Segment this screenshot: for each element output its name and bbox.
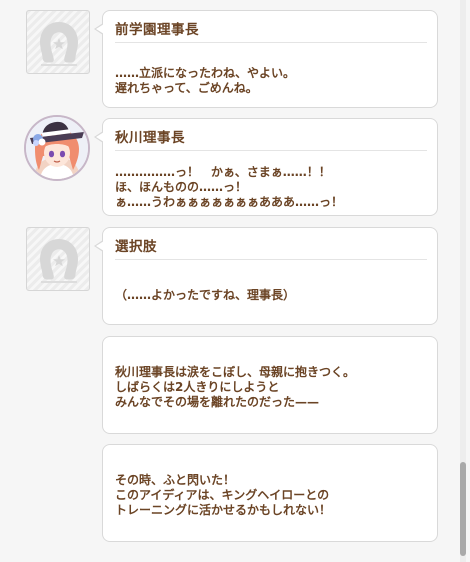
dialogue-line: （……よかったですね、理事長）	[115, 288, 296, 302]
speaker-name: 選択肢	[115, 239, 157, 255]
dialogue-card: 前学園理事長 ……立派になったわね、やよい。 遅れちゃって、ごめんね。	[94, 10, 438, 108]
narration-line: このアイディアは、キングヘイローとの	[115, 488, 330, 502]
narration-line: トレーニングに活かせるかもしれない！	[115, 503, 332, 517]
speaker-name: 前学園理事長	[115, 22, 199, 38]
narration-line: その時、ふと閃いた！	[115, 473, 236, 487]
dialogue-text: ……………っ！ かぁ、さまぁ……！！ ほ、ほんものの……っ！ ぁ……うわぁぁぁぁ…	[115, 165, 429, 210]
narration-line: 秋川理事長は涙をこぼし、母親に抱きつく。	[115, 365, 356, 379]
scrollbar-thumb[interactable]	[460, 462, 466, 556]
narration-line: しばらくは2人きりにしようと	[115, 380, 280, 394]
dialogue-line: ぁ……うわぁぁぁぁぁぁぁあああ……っ！	[115, 195, 344, 209]
dialogue-card: 秋川理事長 ……………っ！ かぁ、さまぁ……！！ ほ、ほんものの……っ！ ぁ………	[94, 118, 438, 216]
speaker-name: 秋川理事長	[115, 130, 185, 146]
scrollbar-track[interactable]	[460, 0, 466, 562]
dialogue-line: ほ、ほんものの……っ！	[115, 180, 248, 194]
narration-card: その時、ふと閃いた！ このアイディアは、キングヘイローとの トレーニングに活かせ…	[102, 444, 438, 542]
card-divider	[115, 150, 427, 151]
dialogue-line: ……立派になったわね、やよい。	[115, 66, 296, 80]
narration-text: その時、ふと閃いた！ このアイディアは、キングヘイローとの トレーニングに活かせ…	[115, 473, 429, 518]
horseshoe-silhouette-icon	[40, 239, 78, 283]
character-portrait-icon	[26, 117, 88, 179]
dialogue-line: ……………っ！ かぁ、さまぁ……！！	[115, 165, 331, 179]
speaker-avatar-silhouette	[26, 227, 90, 291]
dialogue-text: （……よかったですね、理事長）	[115, 288, 429, 303]
horseshoe-silhouette-icon	[40, 22, 78, 66]
narration-card: 秋川理事長は涙をこぼし、母親に抱きつく。 しばらくは2人きりにしようと みんなで…	[102, 336, 438, 434]
dialogue-text: ……立派になったわね、やよい。 遅れちゃって、ごめんね。	[115, 66, 429, 96]
card-divider	[115, 42, 427, 43]
dialogue-line: 遅れちゃって、ごめんね。	[115, 81, 258, 95]
narration-line: みんなでその場を離れたのだった——	[115, 395, 320, 409]
dialogue-log[interactable]: 前学園理事長 ……立派になったわね、やよい。 遅れちゃって、ごめんね。 秋川理事…	[0, 0, 470, 562]
narration-text: 秋川理事長は涙をこぼし、母親に抱きつく。 しばらくは2人きりにしようと みんなで…	[115, 365, 429, 410]
card-divider	[115, 259, 427, 260]
choice-card: 選択肢 （……よかったですね、理事長）	[94, 227, 438, 325]
speaker-avatar-silhouette	[26, 10, 90, 74]
speaker-avatar-portrait	[24, 115, 90, 181]
